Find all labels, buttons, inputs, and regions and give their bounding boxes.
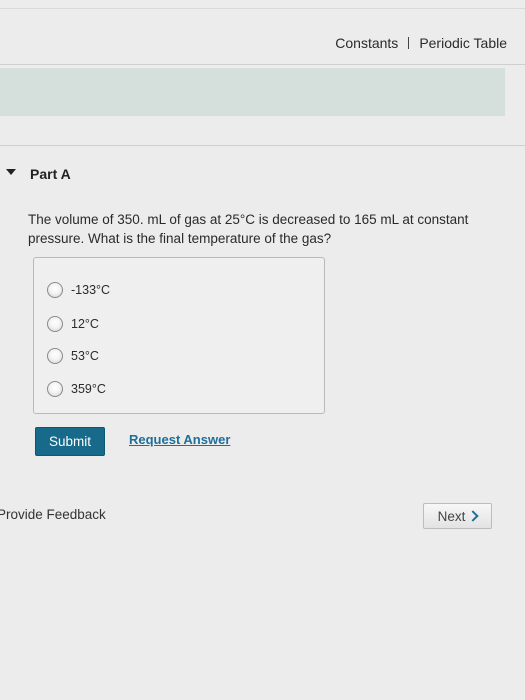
next-button[interactable]: Next: [423, 503, 492, 529]
periodic-table-link[interactable]: Periodic Table: [419, 35, 507, 51]
radio-button-icon[interactable]: [47, 316, 63, 332]
answer-option-label: -133°C: [71, 283, 111, 297]
radio-button-icon[interactable]: [47, 381, 63, 397]
answer-option[interactable]: 359°C: [47, 381, 106, 397]
banner-top-divider: [0, 64, 525, 65]
answer-option[interactable]: 53°C: [47, 348, 99, 364]
radio-button-icon[interactable]: [47, 282, 63, 298]
provide-feedback-link[interactable]: Provide Feedback: [0, 507, 106, 522]
request-answer-link[interactable]: Request Answer: [129, 432, 230, 447]
answer-choices: -133°C 12°C 53°C 359°C: [33, 257, 325, 414]
radio-button-icon[interactable]: [47, 348, 63, 364]
question-text: The volume of 350. mL of gas at 25°C is …: [28, 212, 469, 246]
section-divider: [0, 145, 525, 146]
answer-option[interactable]: -133°C: [47, 282, 110, 298]
submit-button[interactable]: Submit: [35, 427, 105, 456]
part-title: Part A: [30, 166, 71, 182]
next-button-label: Next: [437, 508, 466, 524]
info-banner: [0, 68, 505, 116]
answer-option-label: 359°C: [71, 382, 106, 396]
resource-links: Constants Periodic Table: [335, 35, 507, 51]
top-divider: [0, 8, 525, 9]
constants-link[interactable]: Constants: [335, 35, 398, 51]
chevron-right-icon: [467, 510, 480, 522]
link-separator: [408, 37, 410, 49]
answer-option[interactable]: 12°C: [47, 316, 99, 332]
answer-option-label: 53°C: [71, 349, 99, 363]
answer-option-label: 12°C: [71, 317, 99, 331]
collapse-triangle-icon[interactable]: [6, 169, 16, 175]
